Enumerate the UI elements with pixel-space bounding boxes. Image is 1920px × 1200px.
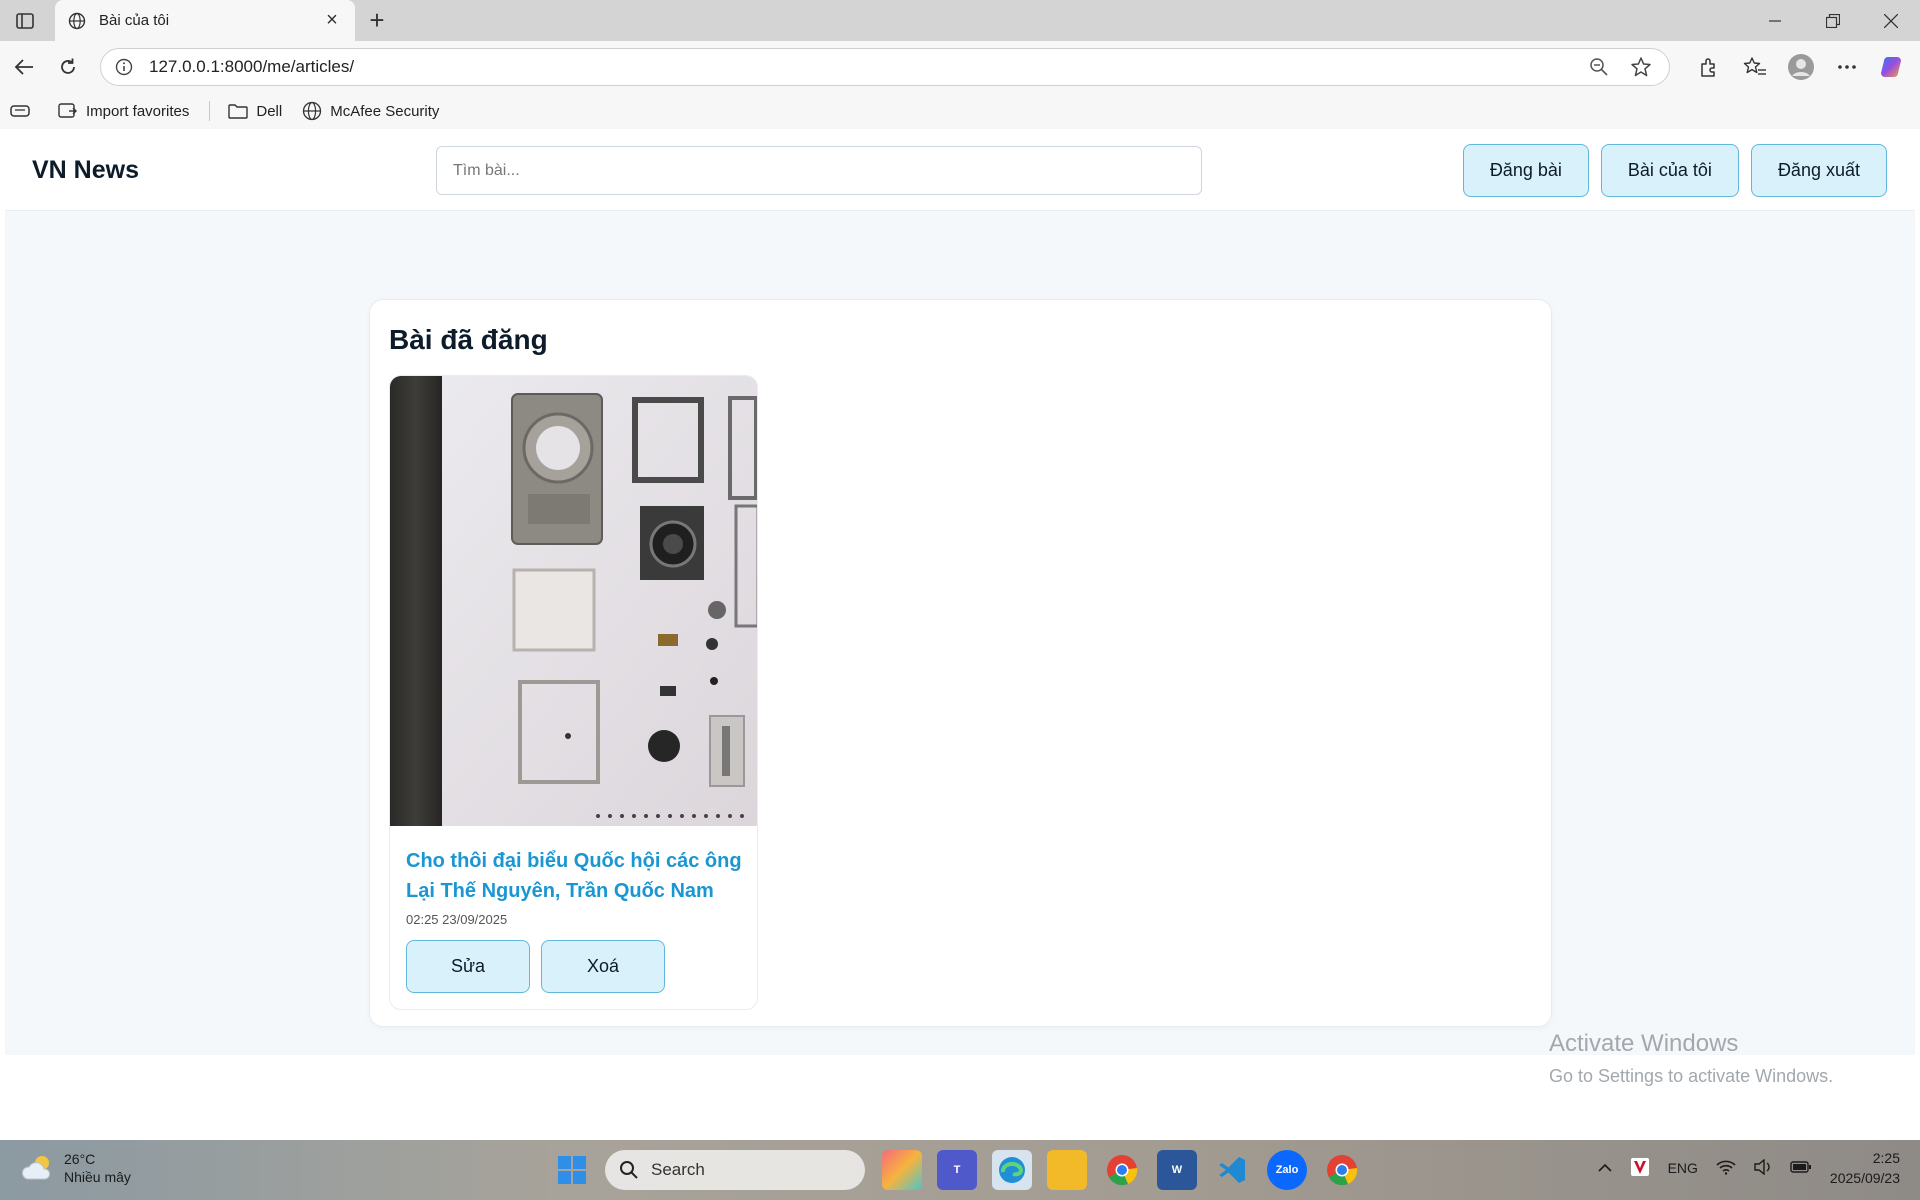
edge-browser-icon[interactable] xyxy=(992,1150,1032,1190)
collections-icon[interactable] xyxy=(10,103,38,119)
weather-condition: Nhiều mây xyxy=(64,1169,131,1185)
extensions-icon[interactable] xyxy=(1690,49,1728,85)
post-article-button[interactable]: Đăng bài xyxy=(1462,144,1589,197)
language-indicator[interactable]: ENG xyxy=(1668,1160,1698,1176)
minimize-icon[interactable] xyxy=(1746,0,1804,41)
windows-start-icon[interactable] xyxy=(557,1155,587,1185)
article-title-link[interactable]: Cho thôi đại biểu Quốc hội các ông Lại T… xyxy=(406,846,751,906)
vscode-icon[interactable] xyxy=(1212,1150,1252,1190)
address-bar[interactable]: 127.0.0.1:8000/me/articles/ xyxy=(100,48,1670,86)
browser-tab-strip: Bài của tôi × + xyxy=(0,0,1920,41)
zalo-icon[interactable]: Zalo xyxy=(1267,1150,1307,1190)
watermark-title: Activate Windows xyxy=(1549,1030,1739,1057)
import-icon xyxy=(58,103,77,118)
teams-icon[interactable]: T xyxy=(937,1150,977,1190)
site-header: VN News Đăng bài Bài của tôi Đăng xuất xyxy=(5,129,1915,211)
bookmark-dell[interactable]: Dell xyxy=(228,103,282,120)
article-thumbnail[interactable] xyxy=(390,376,758,826)
copilot-icon[interactable] xyxy=(1874,49,1912,85)
search-icon xyxy=(620,1161,638,1179)
folder-icon xyxy=(228,104,249,119)
clock-date: 2025/09/23 xyxy=(1829,1170,1900,1186)
sidebar-toggle-icon[interactable] xyxy=(10,8,40,34)
volume-icon[interactable] xyxy=(1754,1158,1772,1178)
bookmark-label: McAfee Security xyxy=(330,102,440,120)
file-explorer-icon[interactable] xyxy=(1047,1150,1087,1190)
wifi-icon[interactable] xyxy=(1716,1159,1736,1178)
bookmark-divider xyxy=(209,101,211,121)
bookmark-mcafee[interactable]: McAfee Security xyxy=(302,101,439,121)
cloud-sun-icon xyxy=(22,1156,51,1180)
article-card: Cho thôi đại biểu Quốc hội các ông Lại T… xyxy=(389,375,758,1010)
taskbar-search[interactable]: Search xyxy=(605,1150,865,1190)
globe-icon xyxy=(303,101,322,121)
system-clock[interactable]: 2:25 2025/09/23 xyxy=(1830,1148,1900,1188)
chrome-profile-icon[interactable] xyxy=(1322,1150,1362,1190)
battery-icon[interactable] xyxy=(1790,1160,1812,1177)
watermark-subtitle: Go to Settings to activate Windows. xyxy=(1549,1066,1834,1086)
weather-widget[interactable]: 26°C Nhiều mây xyxy=(20,1150,131,1186)
header-nav: Đăng bài Bài của tôi Đăng xuất xyxy=(1462,144,1887,197)
my-articles-button[interactable]: Bài của tôi xyxy=(1600,144,1739,197)
more-options-icon[interactable] xyxy=(1828,49,1866,85)
new-tab-icon[interactable]: + xyxy=(362,6,392,36)
site-logo[interactable]: VN News xyxy=(32,156,139,185)
chevron-up-icon[interactable] xyxy=(1598,1160,1612,1176)
toolbar-right xyxy=(1690,49,1912,85)
clock-time: 2:25 xyxy=(1872,1150,1900,1166)
restore-icon[interactable] xyxy=(1804,0,1862,41)
refresh-icon[interactable] xyxy=(52,51,84,83)
logout-button[interactable]: Đăng xuất xyxy=(1750,144,1887,197)
back-arrow-icon[interactable] xyxy=(8,51,40,83)
word-icon[interactable]: W xyxy=(1157,1150,1197,1190)
article-actions: Sửa Xoá xyxy=(406,940,665,993)
bookmarks-bar: Import favorites Dell McAfee Security xyxy=(0,93,1920,129)
favorite-star-icon[interactable] xyxy=(1625,51,1657,83)
window-controls xyxy=(1746,0,1920,41)
windows-taskbar: 26°C Nhiều mây Search T W Zalo ENG 2:25 … xyxy=(0,1140,1920,1200)
browser-toolbar: 127.0.0.1:8000/me/articles/ xyxy=(0,41,1920,93)
edit-button[interactable]: Sửa xyxy=(406,940,530,993)
active-tab[interactable]: Bài của tôi × xyxy=(55,0,355,41)
antivirus-icon[interactable] xyxy=(1630,1157,1650,1180)
activate-windows-watermark: Activate Windows Go to Settings to activ… xyxy=(1549,1030,1833,1087)
system-tray: ENG 2:25 2025/09/23 xyxy=(1598,1148,1900,1188)
bookmark-label: Dell xyxy=(256,102,283,120)
bookmark-label: Import favorites xyxy=(86,102,190,120)
favorites-icon[interactable] xyxy=(1736,49,1774,85)
url-text[interactable]: 127.0.0.1:8000/me/articles/ xyxy=(149,57,1573,77)
page-viewport: VN News Đăng bài Bài của tôi Đăng xuất B… xyxy=(5,129,1915,1135)
bookmark-import-favorites[interactable]: Import favorites xyxy=(58,102,189,120)
articles-panel: Bài đã đăng Cho thôi đại biểu Quốc hội c… xyxy=(369,299,1552,1027)
tab-title: Bài của tôi xyxy=(99,12,170,29)
profile-avatar-icon[interactable] xyxy=(1782,49,1820,85)
copilot-app-icon[interactable] xyxy=(882,1150,922,1190)
article-date: 02:25 23/09/2025 xyxy=(406,912,508,927)
delete-button[interactable]: Xoá xyxy=(541,940,665,993)
close-window-icon[interactable] xyxy=(1862,0,1920,41)
search-input[interactable] xyxy=(436,146,1202,195)
zoom-out-icon[interactable] xyxy=(1583,51,1615,83)
globe-icon xyxy=(67,11,87,31)
site-info-icon[interactable] xyxy=(113,56,135,78)
page-title: Bài đã đăng xyxy=(389,324,548,355)
pinned-apps: T W Zalo xyxy=(882,1150,1362,1190)
temperature: 26°C xyxy=(64,1151,96,1167)
search-label: Search xyxy=(651,1160,705,1179)
close-tab-icon[interactable]: × xyxy=(321,9,343,32)
chrome-icon[interactable] xyxy=(1102,1150,1142,1190)
